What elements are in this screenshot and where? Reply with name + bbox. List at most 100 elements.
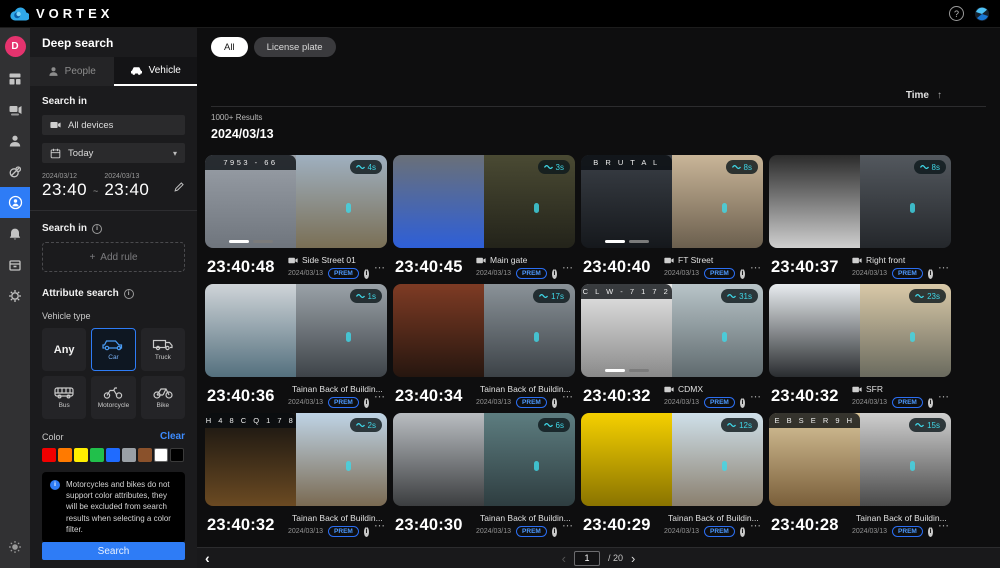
info-icon[interactable]: i [928, 527, 933, 537]
vehicle-type-bike[interactable]: Bike [141, 376, 185, 419]
vehicle-type-bus[interactable]: Bus [42, 376, 86, 419]
info-icon[interactable]: i [928, 269, 933, 279]
result-card[interactable]: 6s 23:40:30 Tainan Back of Buildin... 20… [393, 413, 575, 537]
result-card[interactable]: 1s 23:40:36 Tainan Back of Buildin... 20… [205, 284, 387, 408]
more-options-button[interactable]: ⋯ [374, 261, 385, 274]
result-card[interactable]: C L W - 7 1 7 2 31s 23:40:32 CDMX 2024/0… [581, 284, 763, 408]
range-start: 2024/03/12 23:40 [42, 173, 87, 200]
previous-page-icon[interactable]: ‹ [562, 551, 566, 566]
vehicle-type-truck[interactable]: Truck [141, 328, 185, 371]
result-card[interactable]: 17s 23:40:34 Tainan Back of Buildin... 2… [393, 284, 575, 408]
result-thumbnail[interactable]: E B S E R 9 H 15s [769, 413, 951, 506]
filter-chip-all[interactable]: All [211, 37, 248, 57]
sidebar-item-events[interactable] [0, 156, 30, 187]
color-swatch[interactable] [74, 448, 88, 462]
collapse-panel-icon[interactable]: ‹ [205, 550, 210, 566]
info-icon[interactable]: i [740, 398, 745, 408]
brand-swirl-icon[interactable] [974, 6, 990, 22]
sidebar-item-deep-search[interactable] [0, 187, 30, 218]
more-options-button[interactable]: ⋯ [562, 261, 573, 274]
info-icon[interactable]: i [364, 527, 369, 537]
color-swatch[interactable] [154, 448, 168, 462]
result-thumbnail[interactable]: 6s [393, 413, 575, 506]
result-thumbnail[interactable]: B R U T A L 8s [581, 155, 763, 248]
more-options-button[interactable]: ⋯ [374, 390, 385, 403]
theme-toggle[interactable] [0, 531, 30, 562]
date-preset-select[interactable]: Today ▾ [42, 143, 185, 163]
result-card[interactable]: 7953 - 66 4s 23:40:48 Side Street 01 202… [205, 155, 387, 279]
sidebar-item-people[interactable] [0, 125, 30, 156]
next-page-icon[interactable]: › [631, 551, 635, 566]
info-icon[interactable]: i [740, 269, 745, 279]
result-card[interactable]: E B S E R 9 H 15s 23:40:28 Tainan Back o… [769, 413, 951, 537]
color-swatch[interactable] [138, 448, 152, 462]
info-icon[interactable]: i [552, 269, 557, 279]
color-swatch[interactable] [106, 448, 120, 462]
result-thumbnail[interactable]: 7953 - 66 4s [205, 155, 387, 248]
add-rule-button[interactable]: + Add rule [42, 242, 185, 272]
result-card[interactable]: 3s 23:40:45 Main gate 2024/03/13 PREM i … [393, 155, 575, 279]
more-options-button[interactable]: ⋯ [750, 519, 761, 532]
info-icon[interactable]: i [364, 269, 369, 279]
result-card[interactable]: 8s 23:40:37 Right front 2024/03/13 PREM … [769, 155, 951, 279]
sidebar-item-dashboard[interactable] [0, 63, 30, 94]
vehicle-type-motorcycle[interactable]: Motorcycle [91, 376, 135, 419]
filter-chip-license-plate[interactable]: License plate [254, 37, 336, 57]
info-icon[interactable]: i [364, 398, 369, 408]
result-card[interactable]: B R U T A L 8s 23:40:40 FT Street 2024/0… [581, 155, 763, 279]
result-thumbnail[interactable]: 1s [205, 284, 387, 377]
result-thumbnail[interactable]: 23s [769, 284, 951, 377]
info-icon[interactable]: i [552, 398, 557, 408]
info-icon[interactable]: i [92, 224, 102, 234]
sidebar-item-alerts[interactable] [0, 218, 30, 249]
more-options-button[interactable]: ⋯ [938, 261, 949, 274]
devices-select[interactable]: All devices [42, 115, 185, 135]
result-meta: 23:40:45 Main gate 2024/03/13 PREM i ⋯ [393, 248, 575, 279]
result-thumbnail[interactable]: 12s [581, 413, 763, 506]
edit-pencil-icon[interactable] [173, 181, 185, 193]
sidebar-item-cameras[interactable] [0, 94, 30, 125]
more-options-button[interactable]: ⋯ [750, 390, 761, 403]
carousel-indicator[interactable] [605, 369, 649, 372]
result-thumbnail[interactable]: H 4 8 C Q 1 7 8 2s [205, 413, 387, 506]
search-button[interactable]: Search [42, 542, 185, 560]
result-card[interactable]: 23s 23:40:32 SFR 2024/03/13 PREM i ⋯ [769, 284, 951, 408]
more-options-button[interactable]: ⋯ [938, 519, 949, 532]
carousel-indicator[interactable] [229, 240, 273, 243]
more-options-button[interactable]: ⋯ [562, 390, 573, 403]
color-swatch[interactable] [122, 448, 136, 462]
tab-people[interactable]: People [30, 57, 114, 86]
page-input[interactable] [574, 551, 600, 566]
vehicle-type-car[interactable]: Car [91, 328, 135, 371]
result-thumbnail[interactable]: C L W - 7 1 7 2 31s [581, 284, 763, 377]
info-icon[interactable]: i [552, 527, 557, 537]
time-range[interactable]: 2024/03/12 23:40 ~ 2024/03/13 23:40 [42, 173, 185, 200]
more-options-button[interactable]: ⋯ [562, 519, 573, 532]
sidebar-item-settings[interactable] [0, 280, 30, 311]
tab-vehicle[interactable]: Vehicle [114, 57, 198, 86]
info-icon[interactable]: i [740, 527, 745, 537]
color-swatch[interactable] [58, 448, 72, 462]
clear-colors-link[interactable]: Clear [160, 431, 185, 442]
result-card[interactable]: 12s 23:40:29 Tainan Back of Buildin... 2… [581, 413, 763, 537]
result-thumbnail[interactable]: 17s [393, 284, 575, 377]
color-swatch[interactable] [170, 448, 184, 462]
info-icon[interactable]: i [124, 289, 134, 299]
help-icon[interactable]: ? [949, 6, 964, 21]
vehicle-type-any[interactable]: Any [42, 328, 86, 371]
color-swatch[interactable] [42, 448, 56, 462]
info-icon[interactable]: i [928, 398, 933, 408]
more-options-button[interactable]: ⋯ [750, 261, 761, 274]
add-rule-label: Add rule [100, 252, 137, 263]
carousel-indicator[interactable] [605, 240, 649, 243]
more-options-button[interactable]: ⋯ [374, 519, 385, 532]
color-swatch[interactable] [90, 448, 104, 462]
sort-control[interactable]: Time ↑ [906, 90, 942, 101]
vehicle-type-bike-label: Bike [156, 402, 169, 409]
result-card[interactable]: H 4 8 C Q 1 7 8 2s 23:40:32 Tainan Back … [205, 413, 387, 537]
result-thumbnail[interactable]: 3s [393, 155, 575, 248]
result-thumbnail[interactable]: 8s [769, 155, 951, 248]
user-avatar[interactable]: D [5, 36, 26, 57]
sidebar-item-archive[interactable] [0, 249, 30, 280]
more-options-button[interactable]: ⋯ [938, 390, 949, 403]
